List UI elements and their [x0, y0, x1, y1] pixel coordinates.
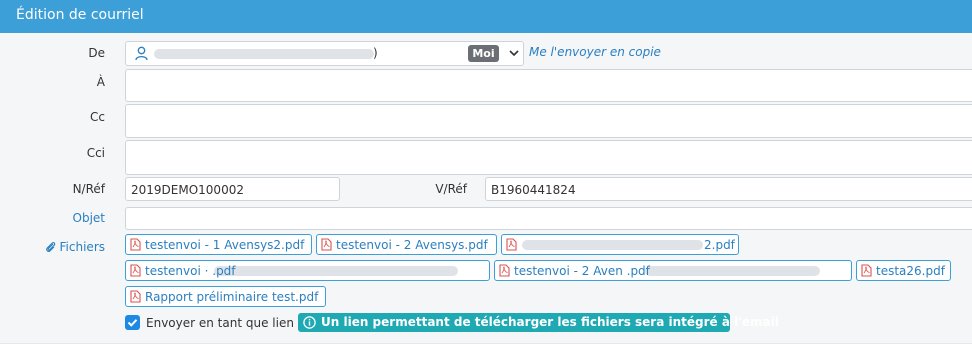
attachment-chip[interactable]: testa26.pdf	[856, 260, 951, 281]
pdf-file-icon	[499, 264, 510, 277]
redacted-filename	[214, 266, 458, 276]
attachment-name: testenvoi - 2 Avensys.pdf	[336, 238, 488, 252]
bottom-section	[0, 343, 972, 357]
attachment-chip[interactable]: testenvoi - 2 Avensys.pdf	[316, 234, 497, 255]
info-text: Un lien permettant de télécharger les fi…	[321, 315, 779, 329]
subject-field[interactable]	[125, 207, 972, 230]
pdf-file-icon	[861, 264, 872, 277]
attachment-name: testa26.pdf	[876, 264, 945, 278]
cc-label: Cc	[90, 110, 105, 124]
send-as-link-label[interactable]: Envoyer en tant que lien	[146, 316, 294, 330]
window-header: Édition de courriel	[0, 0, 972, 33]
send-as-link-checkbox[interactable]	[125, 315, 140, 330]
files-label[interactable]: Fichiers	[0, 238, 105, 254]
nref-field[interactable]: 2019DEMO100002	[125, 177, 340, 201]
info-badge: Un lien permettant de télécharger les fi…	[298, 313, 779, 332]
bcc-label: Cci	[86, 146, 105, 160]
attachment-chip[interactable]: testenvoi - 2 Aven .pdf	[494, 260, 852, 281]
window-title: Édition de courriel	[16, 7, 144, 23]
to-label: À	[96, 75, 105, 89]
attachment-name: 2.pdf	[704, 238, 735, 252]
checkmark-icon	[127, 319, 138, 327]
send-me-copy-link[interactable]: Me l'envoyer en copie	[529, 45, 661, 59]
bcc-field[interactable]	[125, 140, 972, 175]
attachment-name: testenvoi · .pdf	[145, 264, 236, 278]
user-icon	[135, 46, 148, 61]
pdf-file-icon	[130, 264, 141, 277]
attachment-chip[interactable]: Rapport préliminaire test.pdf	[125, 286, 326, 307]
cc-field[interactable]	[125, 104, 972, 138]
nref-value: 2019DEMO100002	[131, 183, 244, 197]
to-field[interactable]	[125, 69, 972, 102]
redacted-sender	[154, 49, 374, 59]
from-select[interactable]: )	[125, 41, 524, 66]
from-visible-text: )	[373, 46, 378, 60]
redacted-filename	[522, 240, 703, 250]
attachment-chip[interactable]: 2.pdf	[501, 234, 739, 255]
pdf-file-icon	[321, 238, 332, 251]
files-label-text: Fichiers	[59, 240, 105, 254]
pdf-file-icon	[506, 238, 517, 251]
attachment-name: testenvoi - 1 Avensys2.pdf	[145, 238, 305, 252]
redacted-filename	[645, 266, 820, 276]
from-label: De	[88, 46, 105, 60]
attachment-chip[interactable]: testenvoi · .pdf	[125, 260, 490, 281]
attachment-name: testenvoi - 2 Aven .pdf	[514, 264, 650, 278]
subject-label[interactable]: Objet	[0, 211, 105, 225]
pdf-file-icon	[130, 238, 141, 251]
attachment-name-text: testenvoi · .pdf	[145, 264, 236, 278]
attachment-chip[interactable]: testenvoi - 1 Avensys2.pdf	[125, 234, 312, 255]
chevron-down-icon[interactable]	[507, 44, 521, 62]
nref-label: N/Réf	[72, 182, 105, 196]
vref-value: B1960441824	[491, 183, 576, 197]
vref-label: V/Réf	[435, 182, 467, 196]
vref-field[interactable]: B1960441824	[485, 177, 972, 201]
pdf-file-icon	[130, 290, 141, 303]
me-badge: Moi	[468, 45, 499, 62]
paperclip-icon	[45, 242, 55, 252]
attachment-name: Rapport préliminaire test.pdf	[145, 290, 319, 304]
info-circle-icon	[303, 316, 316, 329]
